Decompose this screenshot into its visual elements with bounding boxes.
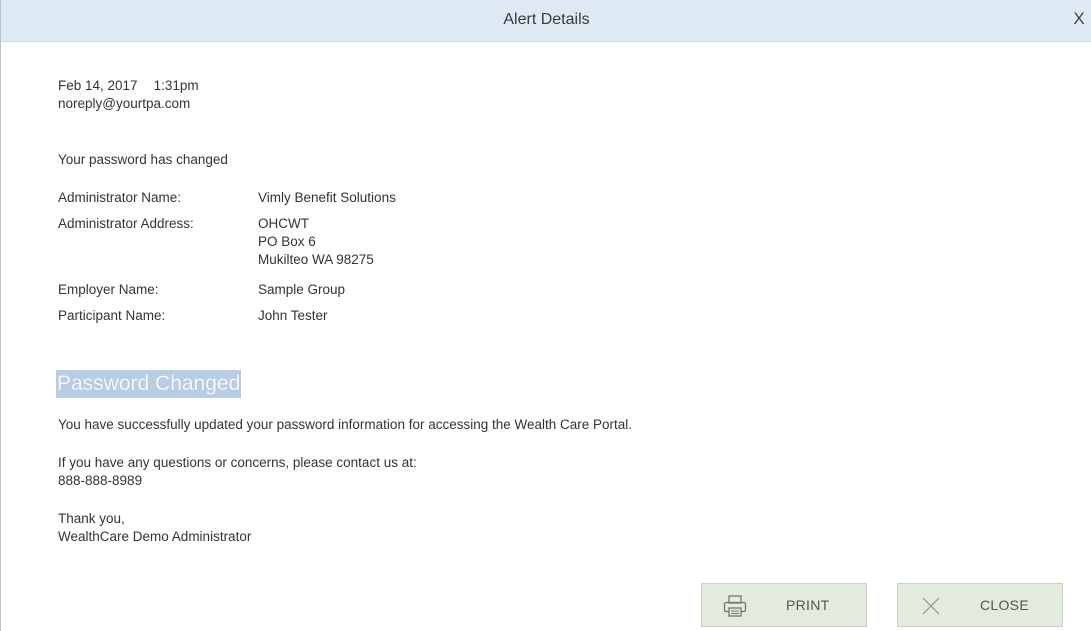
info-label: Employer Name:	[58, 282, 159, 297]
dialog-titlebar: Alert Details X	[1, 0, 1091, 42]
close-button[interactable]: CLOSE	[897, 583, 1063, 627]
close-button-label: CLOSE	[980, 597, 1029, 613]
message-body-line: If you have any questions or concerns, p…	[58, 455, 417, 470]
message-subject: Your password has changed	[58, 152, 228, 167]
dialog-title: Alert Details	[503, 11, 590, 28]
info-value: Vimly Benefit Solutions	[258, 189, 396, 207]
info-value: Sample Group	[258, 281, 345, 299]
printer-icon	[723, 595, 747, 617]
message-sender: noreply@yourtpa.com	[58, 96, 191, 111]
message-closing: Thank you,	[58, 511, 125, 526]
message-date: Feb 14, 2017	[58, 78, 138, 93]
info-label: Participant Name:	[58, 308, 166, 323]
info-value-line: Sample Group	[258, 282, 346, 297]
alert-details-dialog: Alert Details X Feb 14, 2017 1:31pm norep…	[0, 0, 1091, 631]
info-value-line: PO Box 6	[258, 234, 316, 249]
info-value-line: Mukilteo WA 98275	[258, 252, 374, 267]
message-body-line: You have successfully updated your passw…	[58, 417, 633, 432]
contact-phone: 888-888-8989	[58, 473, 143, 488]
info-value: OHCWT PO Box 6 Mukilteo WA 98275	[258, 215, 374, 269]
info-value-line: Vimly Benefit Solutions	[258, 190, 396, 205]
message-datetime: Feb 14, 2017 1:31pm	[58, 77, 1058, 95]
print-button[interactable]: PRINT	[701, 583, 867, 627]
message-heading: Password Changed	[56, 370, 242, 398]
alert-message: Feb 14, 2017 1:31pm noreply@yourtpa.com Y…	[56, 77, 1058, 544]
message-heading-text: Password Changed	[57, 372, 241, 395]
message-signature: WealthCare Demo Administrator	[58, 529, 252, 544]
info-label: Administrator Name:	[58, 190, 182, 205]
info-value-line: OHCWT	[258, 216, 309, 231]
info-value-line: John Tester	[258, 308, 328, 323]
message-time: 1:31pm	[153, 78, 199, 93]
info-label: Administrator Address:	[58, 216, 194, 231]
x-icon	[922, 597, 940, 615]
print-button-label: PRINT	[786, 597, 830, 613]
info-value: John Tester	[258, 307, 328, 325]
close-dialog-button[interactable]: X	[1071, 9, 1087, 29]
